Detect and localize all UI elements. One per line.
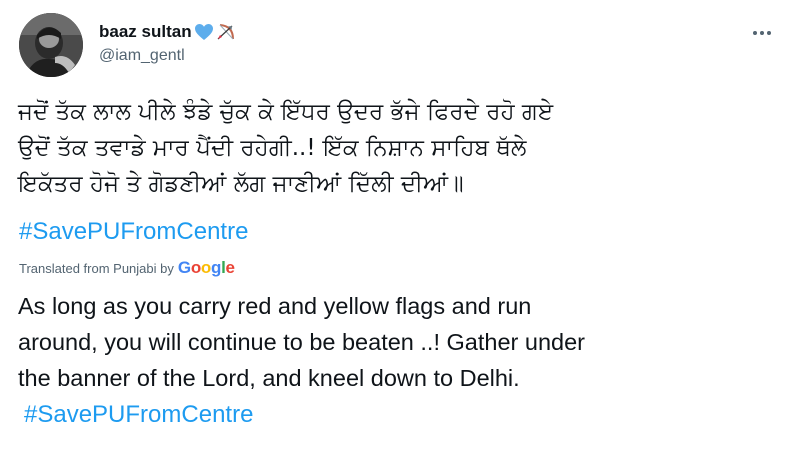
translated-hashtag-link[interactable]: #SavePUFromCentre: [24, 401, 253, 429]
more-options-button[interactable]: [748, 23, 776, 43]
bow-and-arrow-icon: [216, 23, 236, 41]
original-line: ਜਦੋਂ ਤੱਕ ਲਾਲ ਪੀਲੇ ਝੰਡੇ ਚੁੱਕ ਕੇ ਇੱਧਰ ਉਦਰ …: [18, 99, 554, 125]
translation-line: around, you will continue to be beaten .…: [18, 329, 585, 355]
avatar[interactable]: [19, 13, 83, 77]
translated-from-label: Translated from Punjabi by: [19, 260, 174, 276]
google-letter: G: [177, 258, 191, 277]
google-letter: o: [200, 258, 211, 277]
author-handle[interactable]: @iam_gentl: [99, 47, 185, 65]
author-name-row[interactable]: baaz sultan: [99, 20, 236, 44]
tweet-original-text: ਜਦੋਂ ਤੱਕ ਲਾਲ ਪੀਲੇ ਝੰਡੇ ਚੁੱਕ ਕੇ ਇੱਧਰ ਉਦਰ …: [18, 94, 768, 202]
avatar-image: [19, 13, 83, 77]
more-dot-icon: [760, 31, 764, 35]
original-line: ਉਦੋਂ ਤੱਕ ਤਵਾਡੇ ਮਾਰ ਪੈਂਦੀ ਰਹੇਗੀ..! ਇੱਕ ਨਿ…: [18, 135, 527, 161]
more-dot-icon: [753, 31, 757, 35]
tweet: baaz sultan @iam_gentl ਜਦੋਂ ਤੱਕ ਲਾਲ ਪੀਲੇ…: [0, 0, 786, 455]
hashtag-link[interactable]: #SavePUFromCentre: [19, 218, 248, 246]
author-display-name[interactable]: baaz sultan: [99, 22, 192, 42]
google-letter: e: [225, 258, 235, 277]
tweet-translation-text: As long as you carry red and yellow flag…: [18, 288, 778, 396]
blue-heart-icon: [194, 23, 214, 41]
translation-line: As long as you carry red and yellow flag…: [18, 293, 532, 319]
translation-line: the banner of the Lord, and kneel down t…: [18, 365, 520, 391]
google-logo: Google: [178, 258, 235, 278]
original-line: ਇਕੱਤਰ ਹੋਜੋ ਤੇ ਗੋਡਣੀਆਂ ਲੱਗ ਜਾਣੀਆਂ ਦਿੱਲੀ ਦ…: [18, 171, 464, 197]
google-letter: g: [211, 258, 222, 277]
translation-attribution[interactable]: Translated from Punjabi by Google: [19, 258, 235, 278]
google-letter: o: [190, 258, 201, 277]
more-dot-icon: [767, 31, 771, 35]
